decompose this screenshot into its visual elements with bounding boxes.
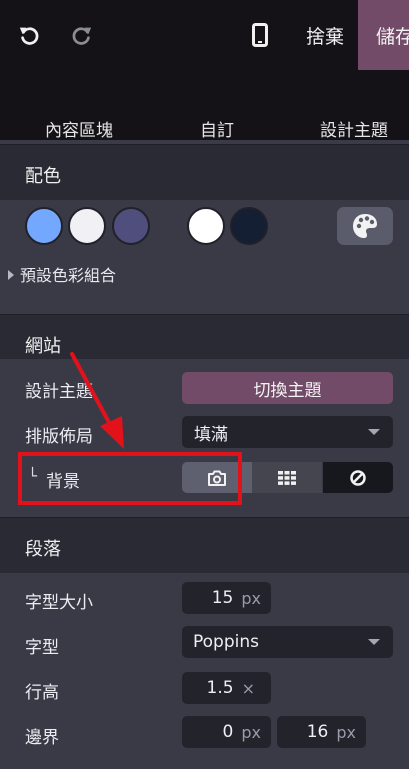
margin-top-unit: px bbox=[241, 722, 261, 742]
margin-top-value: 0 bbox=[222, 722, 234, 742]
caret-right-icon bbox=[8, 270, 14, 280]
margin-label: 邊界 bbox=[25, 728, 59, 748]
font-size-label: 字型大小 bbox=[25, 593, 93, 613]
save-button[interactable]: 儲存 bbox=[358, 0, 409, 70]
website-section-title: 網站 bbox=[25, 336, 61, 357]
background-pattern-option[interactable] bbox=[252, 462, 322, 493]
font-size-input[interactable]: 15 px bbox=[182, 582, 271, 614]
font-select[interactable]: Poppins bbox=[182, 626, 393, 658]
editor-tabs: 內容區塊 自訂 設計主題 bbox=[0, 70, 409, 141]
layout-label: 排版佈局 bbox=[25, 427, 93, 447]
palette-button[interactable] bbox=[337, 207, 393, 245]
line-height-unit: × bbox=[241, 678, 255, 698]
theme-label: 設計主題 bbox=[25, 382, 93, 402]
color-swatch-dark[interactable] bbox=[230, 207, 268, 245]
margin-top-input[interactable]: 0 px bbox=[182, 716, 271, 748]
font-size-value: 15 bbox=[211, 588, 234, 608]
color-swatch-primary[interactable] bbox=[25, 207, 63, 245]
font-value: Poppins bbox=[193, 632, 259, 652]
layout-value: 填滿 bbox=[194, 424, 228, 445]
background-none-option[interactable] bbox=[323, 462, 393, 493]
line-height-value: 1.5 bbox=[206, 678, 234, 698]
switch-theme-button[interactable]: 切換主題 bbox=[182, 372, 393, 404]
color-swatch-light[interactable] bbox=[187, 207, 225, 245]
color-swatch-tertiary[interactable] bbox=[112, 207, 150, 245]
none-icon bbox=[350, 469, 366, 486]
margin-bottom-value: 16 bbox=[306, 722, 329, 742]
redo-icon bbox=[72, 27, 92, 45]
chevron-down-icon bbox=[368, 639, 380, 645]
redo-button[interactable] bbox=[67, 20, 97, 50]
tab-theme[interactable]: 設計主題 bbox=[320, 116, 388, 141]
editor-topbar: 捨棄 儲存 bbox=[0, 0, 409, 70]
colors-section-title: 配色 bbox=[25, 166, 61, 187]
undo-button[interactable] bbox=[14, 20, 44, 50]
layout-select[interactable]: 填滿 bbox=[182, 416, 393, 448]
preset-colors-toggle[interactable]: 預設色彩組合 bbox=[8, 262, 116, 286]
tab-blocks[interactable]: 內容區塊 bbox=[45, 116, 113, 141]
margin-bottom-unit: px bbox=[336, 722, 356, 742]
grid-icon bbox=[278, 470, 296, 485]
colors-section-header: 配色 bbox=[0, 144, 409, 200]
mobile-phone-icon bbox=[252, 23, 268, 47]
line-height-input[interactable]: 1.5 × bbox=[182, 672, 271, 704]
chevron-down-icon bbox=[368, 429, 380, 435]
line-height-label: 行高 bbox=[25, 683, 59, 703]
paragraph-section-header: 段落 bbox=[0, 517, 409, 573]
font-label: 字型 bbox=[25, 638, 59, 658]
preset-colors-label: 預設色彩組合 bbox=[20, 266, 117, 285]
discard-button[interactable]: 捨棄 bbox=[292, 0, 358, 70]
margin-bottom-input[interactable]: 16 px bbox=[277, 716, 366, 748]
paragraph-section-title: 段落 bbox=[25, 539, 61, 560]
font-size-unit: px bbox=[241, 588, 261, 608]
palette-icon bbox=[353, 214, 377, 238]
undo-icon bbox=[19, 27, 39, 45]
tab-customize[interactable]: 自訂 bbox=[200, 116, 234, 141]
mobile-preview-button[interactable] bbox=[245, 20, 275, 50]
annotation-highlight-box bbox=[18, 452, 242, 505]
color-swatch-secondary[interactable] bbox=[68, 207, 106, 245]
